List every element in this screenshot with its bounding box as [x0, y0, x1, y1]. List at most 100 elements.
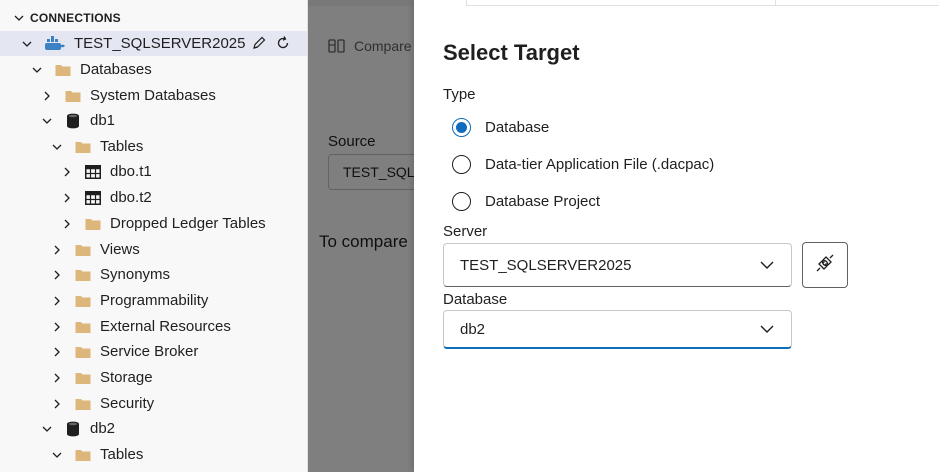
tree-item-label: db1 — [90, 112, 116, 129]
tree-item-tables[interactable]: Tables — [0, 134, 307, 159]
chevron-right-icon[interactable] — [40, 89, 54, 103]
tree-item-label: Databases — [80, 61, 152, 78]
tree-item-storage[interactable]: Storage — [0, 365, 307, 390]
tree-item-connection[interactable]: TEST_SQLSERVER2025 — [0, 31, 307, 56]
tree-item-label: dbo.t1 — [110, 163, 152, 180]
tree-item-label: Tables — [100, 446, 144, 463]
tree-item-label: System Databases — [90, 87, 216, 104]
chevron-down-icon — [12, 11, 26, 25]
folder-icon — [74, 293, 92, 309]
tree-item-dbo-t1[interactable]: dbo.t1 — [0, 159, 307, 184]
radio-database[interactable]: Database — [452, 116, 549, 138]
chevron-down-icon[interactable] — [40, 422, 54, 436]
type-label: Type — [443, 86, 476, 103]
tree-item-label: Views — [100, 241, 140, 258]
refresh-icon[interactable] — [274, 34, 292, 52]
server-value: TEST_SQLSERVER2025 — [460, 256, 632, 274]
plug-connect-icon — [813, 251, 837, 280]
tree-item-label: db2 — [90, 420, 116, 437]
panel-tab-strip — [466, 0, 939, 6]
connection-name: TEST_SQLSERVER2025 — [74, 35, 246, 52]
chevron-right-icon[interactable] — [50, 320, 64, 334]
tree-item-dbo-t2[interactable]: dbo.t2 — [0, 185, 307, 210]
server-connection-icon — [44, 35, 66, 52]
tree-item-label: Synonyms — [100, 266, 171, 283]
compare-icon — [328, 38, 346, 54]
radio-database-project[interactable]: Database Project — [452, 190, 600, 212]
folder-icon — [74, 139, 92, 155]
chevron-right-icon[interactable] — [50, 371, 64, 385]
chevron-right-icon[interactable] — [60, 191, 74, 205]
chevron-right-icon[interactable] — [60, 217, 74, 231]
tree-item-db2[interactable]: db2 — [0, 416, 307, 441]
chevron-right-icon[interactable] — [50, 294, 64, 308]
tree-item-views[interactable]: Views — [0, 237, 307, 262]
chevron-down-icon[interactable] — [30, 63, 44, 77]
folder-icon — [84, 216, 102, 232]
panel-title: Select Target — [443, 40, 580, 65]
tree-item-label: Tables — [100, 138, 144, 155]
tree-item-label: External Resources — [100, 318, 231, 335]
server-dropdown[interactable]: TEST_SQLSERVER2025 — [443, 243, 792, 287]
source-value: TEST_SQLSERVER2025 — [343, 164, 414, 180]
tree-item-databases[interactable]: Databases — [0, 57, 307, 82]
chevron-down-icon — [20, 37, 34, 51]
select-target-panel: Select Target Type Database Data-tier Ap… — [414, 0, 939, 472]
folder-icon — [74, 370, 92, 386]
compare-label: Compare — [354, 38, 412, 54]
tree-item-label: Security — [100, 395, 155, 412]
database-icon — [64, 113, 82, 129]
radio-label: Data-tier Application File (.dacpac) — [485, 155, 715, 173]
section-title: CONNECTIONS — [30, 11, 121, 25]
tree-item-security[interactable]: Security — [0, 391, 307, 416]
connect-button[interactable] — [802, 242, 848, 288]
folder-icon — [74, 447, 92, 463]
tree-item-system-databases[interactable]: System Databases — [0, 83, 307, 108]
radio-label: Database Project — [485, 192, 601, 210]
tree-item-synonyms[interactable]: Synonyms — [0, 262, 307, 287]
edit-icon[interactable] — [250, 34, 268, 52]
chevron-down-icon[interactable] — [50, 140, 64, 154]
radio-button[interactable] — [452, 154, 471, 174]
object-explorer: CONNECTIONS TEST_SQLSERVER2025 Databases… — [0, 0, 308, 472]
source-field[interactable]: TEST_SQLSERVER2025 — [328, 154, 414, 190]
radio-button[interactable] — [452, 117, 471, 137]
compare-hint-text: To compare — [319, 232, 408, 251]
server-label: Server — [443, 223, 488, 240]
chevron-right-icon[interactable] — [60, 165, 74, 179]
folder-icon — [74, 319, 92, 335]
compare-button[interactable]: Compare — [328, 38, 412, 54]
tree-item-label: Storage — [100, 369, 153, 386]
chevron-down-icon[interactable] — [50, 448, 64, 462]
chevron-down-icon[interactable] — [40, 114, 54, 128]
tree-item-tables[interactable]: Tables — [0, 442, 307, 467]
tree-item-label: Dropped Ledger Tables — [110, 215, 266, 232]
chevron-right-icon[interactable] — [50, 345, 64, 359]
folder-icon — [74, 267, 92, 283]
radio-dacpac[interactable]: Data-tier Application File (.dacpac) — [452, 153, 714, 175]
folder-icon — [64, 88, 82, 104]
database-dropdown[interactable]: db2 — [443, 310, 792, 349]
folder-icon — [74, 344, 92, 360]
tree-item-db1[interactable]: db1 — [0, 108, 307, 133]
source-label: Source — [328, 133, 376, 150]
tree-item-external-resources[interactable]: External Resources — [0, 314, 307, 339]
tree-item-label: Service Broker — [100, 343, 199, 360]
tree-item-service-broker[interactable]: Service Broker — [0, 339, 307, 364]
tree-item-label: Programmability — [100, 292, 209, 309]
tree-item-dropped-ledger-tables[interactable]: Dropped Ledger Tables — [0, 211, 307, 236]
radio-button[interactable] — [452, 191, 471, 211]
table-icon — [84, 190, 102, 206]
tree-item-label: dbo.t2 — [110, 189, 152, 206]
tree-item-programmability[interactable]: Programmability — [0, 288, 307, 313]
connections-section-header[interactable]: CONNECTIONS — [0, 8, 300, 28]
chevron-right-icon[interactable] — [50, 397, 64, 411]
chevron-right-icon[interactable] — [50, 268, 64, 282]
chevron-down-icon — [759, 260, 775, 270]
chevron-right-icon[interactable] — [50, 243, 64, 257]
chevron-down-icon — [759, 324, 775, 334]
radio-label: Database — [485, 118, 550, 136]
database-label: Database — [443, 291, 508, 308]
table-icon — [84, 164, 102, 180]
folder-icon — [74, 396, 92, 412]
